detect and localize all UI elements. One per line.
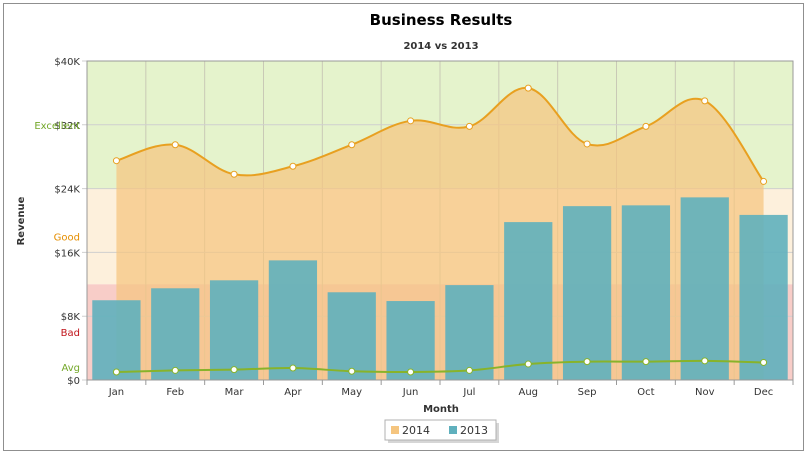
bar-2013-mar — [209, 280, 259, 380]
point-2014-apr — [289, 162, 297, 170]
x-tick-label: Nov — [695, 387, 715, 398]
chart-svg: Business Results 2014 vs 2013 $0 $8K $16K $… — [16, 11, 794, 443]
zone-label-good: Good — [54, 232, 80, 243]
avg-point — [642, 358, 650, 366]
avg-point — [348, 367, 356, 375]
legend-label-2013: 2013 — [460, 424, 488, 437]
avg-point — [289, 364, 297, 372]
legend-label-2014: 2014 — [402, 424, 430, 437]
point-2014-may — [348, 141, 356, 149]
bar-2013-sep — [562, 206, 612, 380]
point-2014-sep — [583, 140, 591, 148]
x-tick-label: Apr — [284, 387, 302, 398]
x-tick-label: Aug — [518, 387, 538, 398]
legend[interactable]: 2014 2013 — [384, 419, 499, 443]
bar-2013-dec — [739, 214, 788, 380]
x-tick-label: Jun — [402, 387, 419, 398]
avg-point — [230, 366, 238, 374]
chart-subtitle: 2014 vs 2013 — [403, 41, 478, 52]
bar-2013-feb — [151, 288, 200, 380]
legend-swatch-2013 — [449, 426, 457, 434]
zone-label-excellent: Excellent — [34, 121, 80, 132]
point-2014-mar — [230, 170, 238, 178]
bar-2013-jul — [445, 285, 494, 380]
bar-2013-apr — [268, 260, 318, 380]
avg-point — [760, 358, 768, 366]
bar-2013-oct — [621, 205, 671, 380]
y-tick-label: $0 — [67, 376, 80, 387]
avg-point — [407, 368, 415, 376]
y-tick-label: $24K — [54, 185, 80, 196]
x-tick-label: Jul — [462, 387, 475, 398]
bar-2013-aug — [504, 222, 553, 380]
bar-2013-nov — [680, 197, 729, 380]
x-tick-label: Mar — [225, 387, 245, 398]
avg-point — [465, 366, 473, 374]
avg-point — [112, 368, 120, 376]
x-tick-label: Sep — [578, 387, 597, 398]
avg-point — [583, 358, 591, 366]
point-2014-oct — [642, 122, 650, 130]
avg-point — [524, 360, 532, 368]
x-tick-label: May — [341, 387, 362, 398]
point-2014-nov — [701, 97, 709, 105]
zone-label-bad: Bad — [61, 328, 80, 339]
y-axis-title: Revenue — [16, 196, 27, 245]
point-2014-jul — [465, 122, 473, 130]
bar-2013-jun — [386, 301, 435, 380]
y-tick-label: $16K — [54, 248, 80, 259]
x-tick-label: Jan — [108, 387, 124, 398]
y-tick-label: $40K — [54, 57, 80, 68]
bar-2013-jan — [92, 300, 141, 380]
point-2014-aug — [524, 84, 532, 92]
x-axis-ticks: Jan Feb Mar Apr May Jun Jul Aug Sep Oct Nov Dec — [86, 380, 794, 398]
y-tick-label: $8K — [61, 312, 81, 323]
point-2014-dec — [760, 177, 768, 185]
point-2014-jun — [407, 117, 415, 125]
x-tick-label: Feb — [166, 387, 184, 398]
x-tick-label: Oct — [637, 387, 654, 398]
point-2014-feb — [171, 141, 179, 149]
avg-label: Avg — [61, 363, 80, 374]
avg-point — [171, 366, 179, 374]
bar-2013-may — [327, 292, 376, 380]
avg-point — [701, 357, 709, 365]
x-tick-label: Dec — [754, 387, 773, 398]
point-2014-jan — [112, 157, 120, 165]
chart-title: Business Results — [370, 11, 513, 29]
legend-swatch-2014 — [391, 426, 399, 434]
x-axis-title: Month — [423, 404, 459, 415]
